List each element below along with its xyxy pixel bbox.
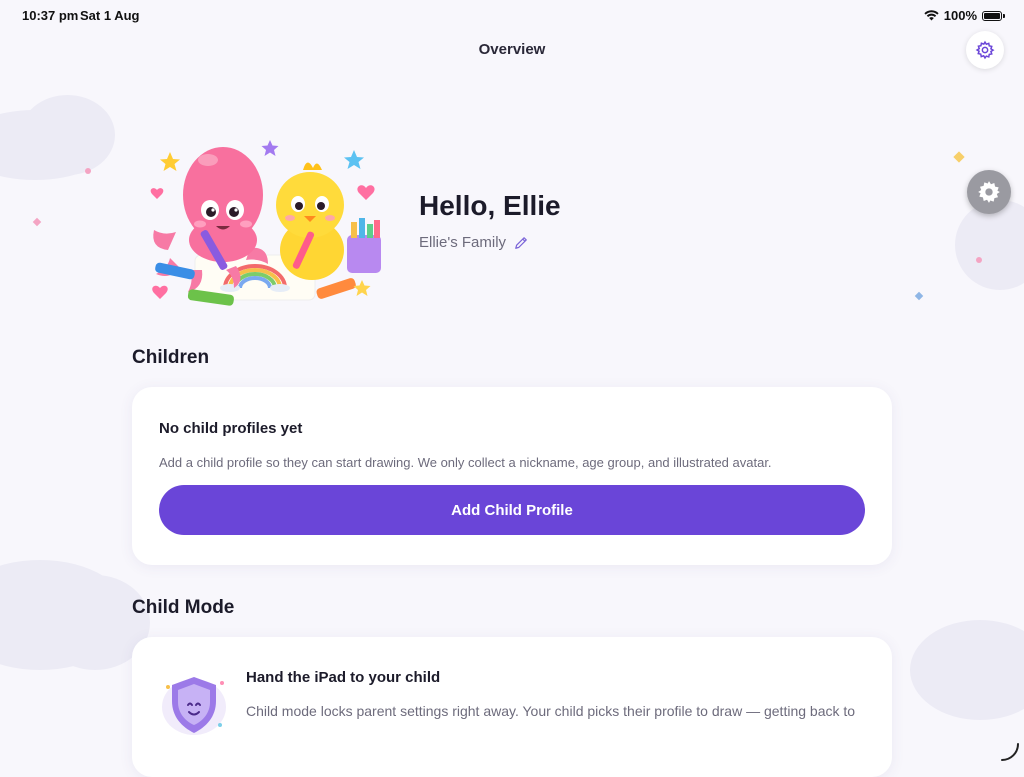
cloud-decoration <box>20 95 115 175</box>
child-mode-section-title: Child Mode <box>132 597 235 618</box>
floating-settings-button[interactable] <box>967 170 1011 214</box>
battery-percent: 100% <box>943 8 977 23</box>
hero-illustration <box>150 140 381 306</box>
settings-gear-icon <box>975 40 995 60</box>
status-date: Sat 1 Aug <box>80 8 140 23</box>
wifi-icon <box>924 10 939 21</box>
child-mode-card-title: Hand the iPad to your child <box>246 669 441 686</box>
child-mode-card-description: Child mode locks parent settings right a… <box>246 703 856 719</box>
diamond-decoration <box>32 217 42 227</box>
status-right: 100% <box>924 8 1005 23</box>
family-name: Ellie's Family <box>419 234 507 251</box>
edit-pencil-icon[interactable] <box>514 236 528 250</box>
dot-decoration <box>85 168 91 174</box>
corner-indicator-icon <box>1001 743 1019 761</box>
children-section-title: Children <box>132 347 210 368</box>
dot-decoration <box>976 257 982 263</box>
add-child-profile-button[interactable]: Add Child Profile <box>159 485 865 535</box>
status-time: 10:37 pm <box>22 8 79 23</box>
status-bar: 10:37 pm Sat 1 Aug 100% <box>0 0 1024 32</box>
settings-button[interactable] <box>966 31 1004 69</box>
battery-icon <box>982 10 1005 21</box>
diamond-decoration <box>914 291 924 301</box>
cloud-decoration <box>910 620 1024 720</box>
child-mode-card[interactable]: Hand the iPad to your child Child mode l… <box>132 637 892 777</box>
family-name-row[interactable]: Ellie's Family <box>419 234 528 251</box>
empty-state-title: No child profiles yet <box>159 420 303 437</box>
diamond-decoration <box>953 151 965 163</box>
empty-state-description: Add a child profile so they can start dr… <box>159 455 772 470</box>
settings-gear-icon <box>978 181 1000 203</box>
greeting-title: Hello, Ellie <box>419 190 561 221</box>
nav-title: Overview <box>478 41 546 58</box>
children-card: No child profiles yet Add a child profil… <box>132 387 892 565</box>
shield-icon <box>162 677 226 735</box>
